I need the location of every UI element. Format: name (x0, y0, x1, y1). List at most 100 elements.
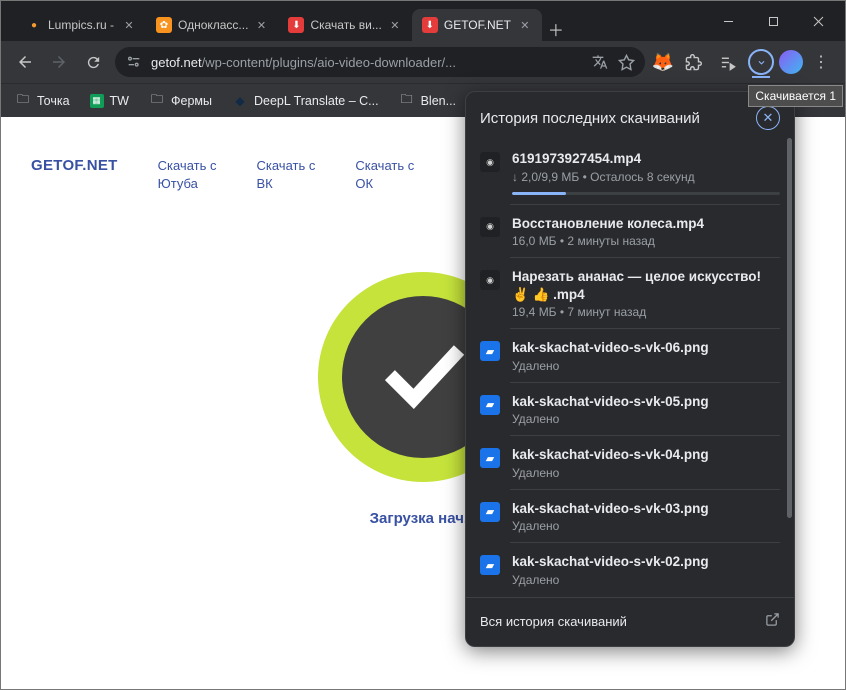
tab-title: Скачать ви... (310, 18, 381, 32)
downloads-tooltip: Скачивается 1 (748, 85, 843, 107)
folder-icon: 🗀 (399, 93, 415, 109)
titlebar: ● Lumpics.ru - ✕ ✿ Однокласс... ✕ ⬇ Скач… (1, 1, 845, 41)
bookmark-label: DeepL Translate – С... (254, 94, 379, 108)
nav-vk[interactable]: Скачать с ВК (256, 157, 315, 192)
window-controls (706, 1, 845, 41)
nav-ok[interactable]: Скачать с ОК (355, 157, 414, 192)
favicon-ok: ✿ (156, 17, 172, 33)
folder-icon: 🗀 (15, 93, 31, 109)
site-settings-icon[interactable] (125, 53, 143, 71)
download-item[interactable]: ◉ 6191973927454.mp4 ↓ 2,0/9,9 МБ • Остал… (466, 140, 794, 205)
tab-title: GETOF.NET (444, 18, 512, 32)
tab-lumpics[interactable]: ● Lumpics.ru - ✕ (16, 9, 146, 41)
media-icon[interactable] (711, 46, 743, 78)
scrollbar[interactable] (787, 138, 792, 596)
download-meta: Удалено (512, 359, 780, 373)
bookmark-label: Фермы (171, 94, 212, 108)
downloads-button[interactable] (745, 46, 777, 78)
download-item[interactable]: ▰ kak-skachat-video-s-vk-03.png Удалено (466, 490, 794, 544)
folder-icon: 🗀 (149, 93, 165, 109)
tab-title: Однокласс... (178, 18, 248, 32)
favicon-dl: ⬇ (288, 17, 304, 33)
download-meta: 16,0 МБ • 2 минуты назад (512, 234, 780, 248)
download-meta: Удалено (512, 466, 780, 480)
favicon-getof: ⬇ (422, 17, 438, 33)
extensions-icon[interactable] (677, 46, 709, 78)
address-bar[interactable]: getof.net/wp-content/plugins/aio-video-d… (115, 47, 645, 77)
download-meta: 19,4 МБ • 7 минут назад (512, 305, 780, 319)
downloads-footer[interactable]: Вся история скачиваний (466, 597, 794, 646)
download-meta: ↓ 2,0/9,9 МБ • Осталось 8 секунд (512, 170, 780, 184)
downloads-popup: История последних скачиваний ✕ ◉ 6191973… (465, 91, 795, 647)
image-file-icon: ▰ (480, 448, 500, 468)
forward-button[interactable] (43, 46, 75, 78)
tabs: ● Lumpics.ru - ✕ ✿ Однокласс... ✕ ⬇ Скач… (1, 1, 706, 41)
close-icon[interactable]: ✕ (388, 18, 402, 32)
download-name: kak-skachat-video-s-vk-06.png (512, 339, 780, 357)
download-name: Восстановление колеса.mp4 (512, 215, 780, 233)
download-name: kak-skachat-video-s-vk-02.png (512, 553, 780, 571)
tab-getof[interactable]: ⬇ GETOF.NET ✕ (412, 9, 542, 41)
metamask-icon[interactable]: 🦊 (651, 50, 675, 74)
toolbar: getof.net/wp-content/plugins/aio-video-d… (1, 41, 845, 83)
tab-title: Lumpics.ru - (48, 18, 116, 32)
download-item[interactable]: ◉ Восстановление колеса.mp4 16,0 МБ • 2 … (466, 205, 794, 259)
site-title[interactable]: GETOF.NET (31, 157, 118, 174)
downloads-header: История последних скачиваний ✕ (466, 92, 794, 140)
image-file-icon: ▰ (480, 502, 500, 522)
menu-button[interactable]: ⋮ (805, 46, 837, 78)
bookmark-label: Точка (37, 94, 70, 108)
video-file-icon: ◉ (480, 217, 500, 237)
new-tab-button[interactable]: ＋ (542, 17, 570, 41)
open-external-icon[interactable] (765, 612, 780, 632)
download-name: Нарезать ананас — целое искусство! ✌ 👍 .… (512, 268, 780, 303)
download-progress (512, 192, 780, 195)
download-name: kak-skachat-video-s-vk-05.png (512, 393, 780, 411)
close-icon[interactable]: ✕ (518, 18, 532, 32)
image-file-icon: ▰ (480, 341, 500, 361)
bookmark-tw[interactable]: ▦ TW (82, 90, 137, 112)
deepl-icon: ◆ (232, 93, 248, 109)
back-button[interactable] (9, 46, 41, 78)
favicon-lumpics: ● (26, 17, 42, 33)
sheets-icon: ▦ (90, 94, 104, 108)
bookmark-deepl[interactable]: ◆ DeepL Translate – С... (224, 89, 387, 113)
download-meta: Удалено (512, 519, 780, 533)
download-meta: Удалено (512, 412, 780, 426)
download-item[interactable]: ▰ kak-skachat-video-s-vk-06.png Удалено (466, 329, 794, 383)
tab-odnoklassniki[interactable]: ✿ Однокласс... ✕ (146, 9, 278, 41)
tab-download-video[interactable]: ⬇ Скачать ви... ✕ (278, 9, 411, 41)
loading-text: Загрузка нач... (370, 510, 477, 527)
profile-avatar[interactable] (779, 50, 803, 74)
download-name: kak-skachat-video-s-vk-04.png (512, 446, 780, 464)
download-name: kak-skachat-video-s-vk-03.png (512, 500, 780, 518)
close-window-button[interactable] (796, 6, 841, 36)
translate-icon[interactable] (591, 53, 609, 71)
bookmark-fermy[interactable]: 🗀 Фермы (141, 89, 220, 113)
nav-youtube[interactable]: Скачать с Ютуба (158, 157, 217, 192)
url-text: getof.net/wp-content/plugins/aio-video-d… (151, 55, 456, 70)
maximize-button[interactable] (751, 6, 796, 36)
download-meta: Удалено (512, 573, 780, 587)
bookmark-label: TW (110, 94, 129, 108)
download-item[interactable]: ▰ kak-skachat-video-s-vk-05.png Удалено (466, 383, 794, 437)
downloads-list: ◉ 6191973927454.mp4 ↓ 2,0/9,9 МБ • Остал… (466, 140, 794, 597)
downloads-title: История последних скачиваний (480, 110, 700, 127)
image-file-icon: ▰ (480, 395, 500, 415)
download-item[interactable]: ▰ kak-skachat-video-s-vk-02.png Удалено (466, 543, 794, 597)
reload-button[interactable] (77, 46, 109, 78)
bookmark-label: Blen... (421, 94, 456, 108)
download-item[interactable]: ◉ Нарезать ананас — целое искусство! ✌ 👍… (466, 258, 794, 329)
bookmark-blen[interactable]: 🗀 Blen... (391, 89, 464, 113)
bookmark-tochka[interactable]: 🗀 Точка (7, 89, 78, 113)
close-icon[interactable]: ✕ (254, 18, 268, 32)
download-item[interactable]: ▰ kak-skachat-video-s-vk-04.png Удалено (466, 436, 794, 490)
download-name: 6191973927454.mp4 (512, 150, 780, 168)
video-file-icon: ◉ (480, 152, 500, 172)
close-icon[interactable]: ✕ (122, 18, 136, 32)
close-popup-button[interactable]: ✕ (756, 106, 780, 130)
bookmark-icon[interactable] (617, 53, 635, 71)
minimize-button[interactable] (706, 6, 751, 36)
image-file-icon: ▰ (480, 555, 500, 575)
video-file-icon: ◉ (480, 270, 500, 290)
